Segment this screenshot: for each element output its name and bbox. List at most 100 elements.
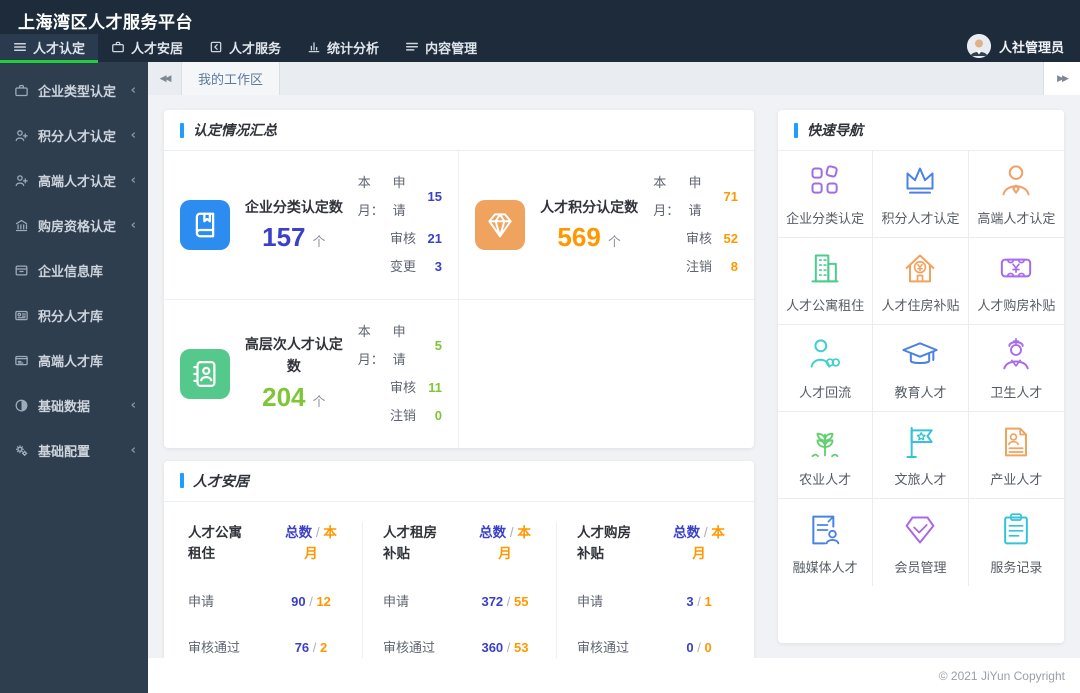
month-row-label: 审核 xyxy=(389,379,416,395)
chevron-left-icon: ‹ xyxy=(130,173,136,188)
content-lines-icon xyxy=(406,42,419,51)
chevron-left-icon: ‹ xyxy=(130,443,136,458)
chevron-left-icon: ‹ xyxy=(130,398,136,413)
sidebar-item-highend-talent-db[interactable]: 高端人才库 xyxy=(0,338,148,383)
nav-item-talent-housing[interactable]: 人才安居 xyxy=(98,34,196,63)
quicknav-agriculture-talent[interactable]: 农业人才 xyxy=(778,412,874,499)
sidebar-item-base-data[interactable]: 基础数据 ‹ xyxy=(0,383,148,428)
person-rings-icon xyxy=(810,339,841,368)
gear-icon xyxy=(15,445,28,457)
quick-nav-header: 快速导航 xyxy=(778,110,1064,151)
stat-name: 企业分类认定数 xyxy=(244,198,343,215)
stat-value: 204 xyxy=(262,381,306,412)
quicknav-enterprise-classification[interactable]: 企业分类认定 xyxy=(778,151,874,238)
footer: © 2021 JiYun Copyright xyxy=(148,658,1080,693)
quicknav-points-talent[interactable]: 积分人才认定 xyxy=(873,151,969,238)
user-plus-icon xyxy=(15,175,28,187)
quicknav-housing-subsidy[interactable]: 人才住房补贴 xyxy=(873,238,969,325)
tabs-scroll-right-icon[interactable]: ▶▶ xyxy=(1043,62,1080,95)
month-row-value: 15 xyxy=(427,188,442,204)
quicknav-service-records[interactable]: 服务记录 xyxy=(969,499,1064,586)
anju-row: 审核通过 360 / 53 xyxy=(383,638,536,658)
sidebar-item-base-config[interactable]: 基础配置 ‹ xyxy=(0,428,148,473)
sidebar-item-label: 高端人才认定 xyxy=(38,174,117,189)
quicknav-label: 高端人才认定 xyxy=(977,211,1056,226)
clipboard-icon xyxy=(1004,512,1029,544)
quicknav-apartment-rent[interactable]: 人才公寓租住 xyxy=(778,238,874,325)
stat-name: 高层次人才认定数 xyxy=(244,336,343,375)
sidebar-item-label: 积分人才认定 xyxy=(38,129,117,144)
user-menu[interactable]: 人社管理员 xyxy=(966,34,1064,58)
quicknav-label: 人才公寓租住 xyxy=(786,298,865,313)
month-row-value: 5 xyxy=(434,337,442,353)
quicknav-talent-return[interactable]: 人才回流 xyxy=(778,325,874,412)
chevron-left-icon: ‹ xyxy=(130,128,136,143)
anju-month-value: 12 xyxy=(316,593,331,609)
stat-month-block: 本月： 申请 71 审核 52 注销 8 xyxy=(653,169,738,281)
anju-month-value: 55 xyxy=(514,593,529,609)
stat-unit: 个 xyxy=(607,234,621,250)
quicknav-purchase-subsidy[interactable]: 人才购房补贴 xyxy=(968,238,1064,325)
anju-row: 申请 372 / 55 xyxy=(383,592,536,612)
summary-card-title: 认定情况汇总 xyxy=(193,122,277,138)
anju-row-label: 申请 xyxy=(577,593,604,609)
month-row-label: 注销 xyxy=(685,258,712,274)
quicknav-label: 文旅人才 xyxy=(894,472,947,487)
grad-cap-icon xyxy=(902,342,939,365)
quicknav-label: 人才购房补贴 xyxy=(977,298,1056,313)
nav-item-label: 人才安居 xyxy=(131,40,184,56)
quicknav-education-talent[interactable]: 教育人才 xyxy=(873,325,969,412)
user-name: 人社管理员 xyxy=(998,39,1064,55)
quicknav-member-mgmt[interactable]: 会员管理 xyxy=(873,499,969,586)
anju-total-label: 总数 xyxy=(285,524,313,540)
sidebar-item-housing-qualification[interactable]: 购房资格认定 ‹ xyxy=(0,203,148,248)
quicknav-culture-tourism-talent[interactable]: 文旅人才 xyxy=(873,412,969,499)
nav-item-talent-certify[interactable]: 人才认定 xyxy=(0,34,99,63)
nurse-icon xyxy=(1003,337,1029,370)
quicknav-health-talent[interactable]: 卫生人才 xyxy=(968,325,1064,412)
month-prefix: 本月： xyxy=(357,323,384,367)
anju-total-label: 总数 xyxy=(673,524,701,540)
stat-month-block: 本月： 申请 5 审核 11 注销 0 xyxy=(358,318,442,430)
sidebar-item-points-talent-db[interactable]: 积分人才库 xyxy=(0,293,148,338)
stat-value: 157 xyxy=(262,222,306,253)
person-icon xyxy=(1002,165,1030,196)
anju-total-value: 3 xyxy=(686,593,694,609)
month-row-value: 21 xyxy=(427,230,442,246)
stat-enterprise-classification: 企业分类认定数 157 个 本月： 申请 15 审核 21 变更 3 xyxy=(164,151,459,300)
tabs-scroll-left-icon[interactable]: ◀◀ xyxy=(148,62,182,95)
month-row-value: 8 xyxy=(730,258,738,274)
quicknav-highend-talent[interactable]: 高端人才认定 xyxy=(968,151,1064,238)
month-prefix: 本月： xyxy=(653,175,680,218)
avatar xyxy=(966,34,991,58)
sidebar: 企业类型认定 ‹ 积分人才认定 ‹ 高端人才认定 ‹ 购房资格认定 ‹ 企业信息… xyxy=(0,62,148,693)
chevron-left-icon: ‹ xyxy=(130,83,136,98)
quicknav-label: 农业人才 xyxy=(799,472,852,487)
quicknav-label: 人才回流 xyxy=(799,385,852,400)
anju-row-label: 审核通过 xyxy=(383,640,436,656)
tab-my-workspace[interactable]: 我的工作区 xyxy=(182,62,281,95)
user-avatar-icon xyxy=(966,34,991,58)
plant-icon xyxy=(811,432,839,458)
sidebar-item-highend-talent-certify[interactable]: 高端人才认定 ‹ xyxy=(0,158,148,203)
nav-item-talent-service[interactable]: 人才服务 xyxy=(196,34,294,63)
sidebar-item-label: 企业类型认定 xyxy=(38,84,117,99)
sidebar-item-label: 高端人才库 xyxy=(38,354,104,369)
sidebar-item-points-talent-certify[interactable]: 积分人才认定 ‹ xyxy=(0,113,148,158)
quicknav-industry-talent[interactable]: 产业人才 xyxy=(968,412,1064,499)
nav-item-label: 内容管理 xyxy=(425,40,478,56)
nav-item-statistics[interactable]: 统计分析 xyxy=(294,34,392,63)
sidebar-item-label: 企业信息库 xyxy=(38,264,104,279)
quicknav-media-talent[interactable]: 融媒体人才 xyxy=(778,499,874,586)
sidebar-item-enterprise-db[interactable]: 企业信息库 xyxy=(0,248,148,293)
sidebar-item-label: 基础数据 xyxy=(38,399,91,414)
month-row-value: 71 xyxy=(723,188,738,204)
sidebar-item-enterprise-type[interactable]: 企业类型认定 ‹ xyxy=(0,68,148,113)
doc-user-icon xyxy=(812,515,840,544)
contact-book-icon xyxy=(180,348,230,399)
diamond-check-icon xyxy=(906,516,935,543)
flag-star-icon xyxy=(906,426,934,458)
sidebar-item-label: 积分人才库 xyxy=(38,309,104,324)
month-row-label: 审核 xyxy=(685,230,712,246)
nav-item-content-mgmt[interactable]: 内容管理 xyxy=(392,34,490,63)
